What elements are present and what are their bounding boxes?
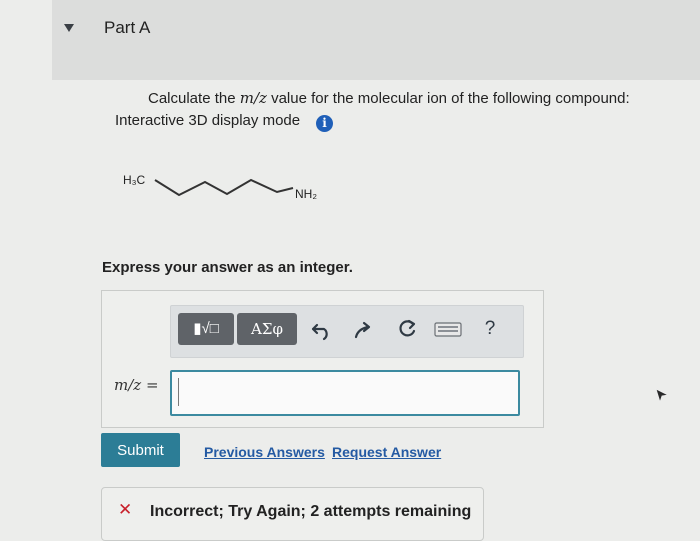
answer-instructions: Express your answer as an integer. — [102, 259, 353, 276]
templates-button[interactable]: ▮√□ — [178, 313, 234, 345]
part-title: Part A — [104, 18, 151, 37]
display-mode-label: Interactive 3D display mode — [115, 112, 301, 129]
molecule-structure: H₃C NH₂ — [123, 173, 317, 201]
part-header[interactable]: Part A — [0, 0, 700, 80]
question-prefix: Calculate the — [148, 90, 240, 107]
molecule-right-group: NH₂ — [295, 187, 317, 201]
carbon-chain — [154, 178, 294, 197]
submit-button[interactable]: Submit — [101, 433, 180, 467]
question-suffix: value for the molecular ion of the follo… — [266, 90, 630, 107]
mz-answer-input[interactable] — [170, 370, 520, 416]
incorrect-x-icon: ✕ — [118, 500, 133, 519]
part-header-band — [52, 0, 700, 80]
previous-answers-link[interactable]: Previous Answers — [204, 444, 325, 460]
text-cursor — [178, 378, 179, 406]
question-text: Calculate the m/z value for the molecula… — [148, 89, 630, 107]
molecule-left-group: H₃C — [123, 173, 146, 187]
feedback-text: Incorrect; Try Again; 2 attempts remaini… — [150, 503, 472, 520]
info-icon[interactable]: i — [316, 115, 333, 132]
question-mz: m/z — [239, 89, 267, 107]
reset-icon[interactable] — [394, 315, 420, 343]
mz-answer-label: m/z = — [114, 376, 159, 394]
keyboard-icon[interactable] — [432, 315, 464, 343]
collapse-caret-icon[interactable] — [64, 24, 74, 32]
undo-icon[interactable] — [309, 315, 335, 343]
greek-symbols-button[interactable]: ΑΣφ — [237, 313, 297, 345]
request-answer-link[interactable]: Request Answer — [332, 444, 441, 460]
help-button[interactable]: ? — [478, 315, 502, 343]
mouse-pointer-icon — [655, 388, 669, 404]
redo-icon[interactable] — [350, 315, 376, 343]
